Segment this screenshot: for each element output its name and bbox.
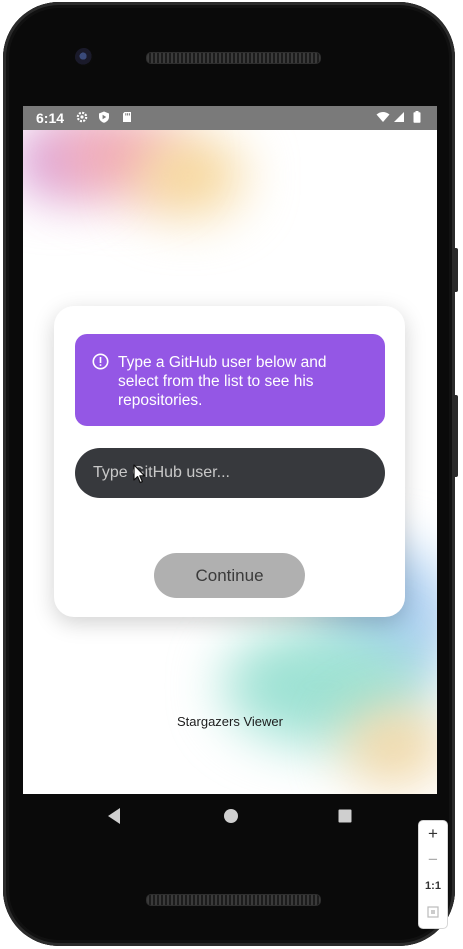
search-card: Type a GitHub user below and select from…: [54, 306, 405, 617]
gradient-blob: [133, 136, 243, 216]
status-bar: 6:14: [23, 106, 437, 130]
navigation-bar: [23, 794, 437, 842]
zoom-controls: + − 1:1: [419, 821, 447, 928]
bottom-speaker: [146, 894, 321, 906]
play-protect-icon: [99, 111, 109, 123]
fit-screen-icon: [427, 906, 439, 918]
zoom-out-button[interactable]: −: [419, 847, 447, 873]
fit-screen-button[interactable]: [419, 899, 447, 925]
zoom-ratio-button[interactable]: 1:1: [419, 873, 447, 899]
github-user-input[interactable]: [75, 448, 385, 498]
status-time: 6:14: [36, 110, 65, 126]
wifi-icon: [376, 112, 390, 122]
power-button: [452, 248, 458, 292]
exclamation-circle-icon: [92, 353, 109, 370]
app-name-label: Stargazers Viewer: [177, 714, 283, 729]
cell-signal-icon: [394, 112, 404, 122]
top-speaker: [146, 52, 321, 64]
front-camera: [75, 48, 93, 66]
info-banner: Type a GitHub user below and select from…: [75, 334, 385, 426]
zoom-in-button[interactable]: +: [419, 821, 447, 847]
app-screen: 6:14 Type a GitHub user below and select…: [23, 106, 437, 794]
volume-button: [452, 395, 458, 477]
back-icon[interactable]: [106, 807, 122, 825]
recents-icon[interactable]: [337, 807, 353, 825]
mouse-cursor-icon: [133, 464, 146, 484]
gear-icon: [76, 111, 88, 123]
info-text: Type a GitHub user below and select from…: [118, 354, 327, 409]
continue-button[interactable]: Continue: [154, 553, 305, 598]
battery-icon: [413, 111, 421, 123]
sd-card-icon: [123, 112, 131, 122]
home-icon[interactable]: [223, 807, 239, 825]
